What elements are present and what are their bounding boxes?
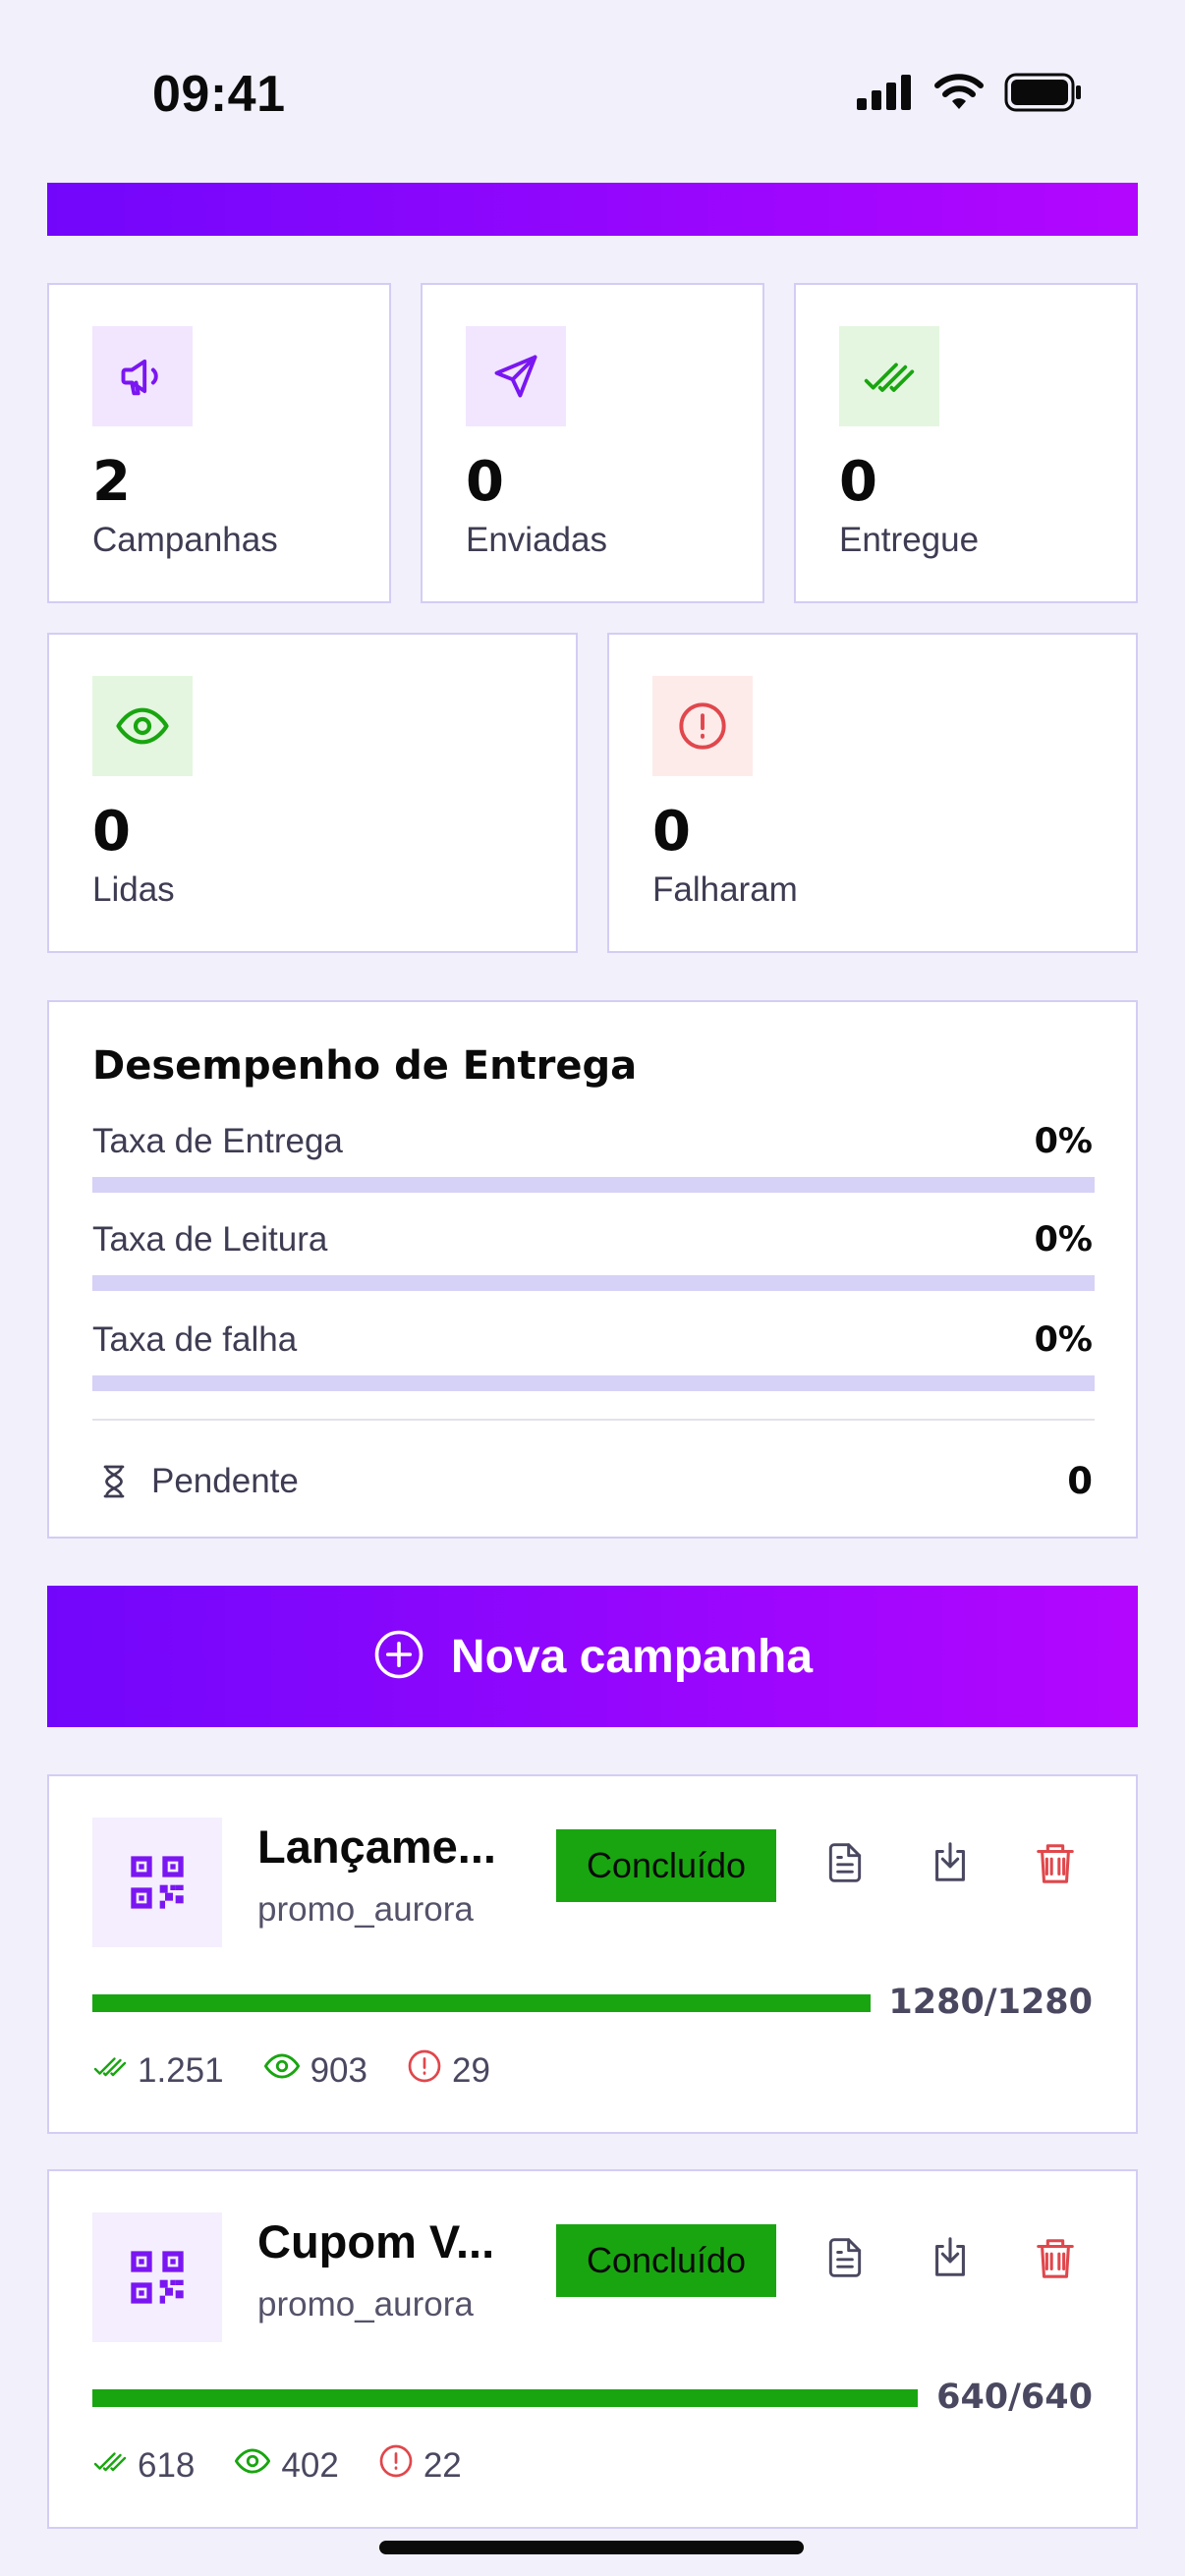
stat-card-delivered: 0 Entregue <box>794 283 1138 603</box>
delivered-count: 1.251 <box>138 2050 224 2090</box>
document-icon <box>823 1839 867 1891</box>
rate-value: 0% <box>1034 1220 1093 1260</box>
campaign-progress-text: 640/640 <box>936 2378 1093 2417</box>
delete-button[interactable] <box>1021 1827 1090 1902</box>
rate-progress-bar <box>92 1275 1095 1291</box>
status-icons <box>857 73 1083 117</box>
campaign-metrics: 1.251 903 29 <box>92 2047 490 2094</box>
read-metric: 402 <box>234 2442 339 2489</box>
stat-label: Falharam <box>652 870 798 909</box>
campaign-card[interactable]: Lançame... promo_aurora Concluído 1280/1… <box>47 1774 1138 2134</box>
send-icon <box>466 326 566 426</box>
status-bar: 09:41 <box>0 0 1185 177</box>
read-count: 402 <box>281 2445 339 2485</box>
eye-icon <box>263 2047 301 2094</box>
report-button[interactable] <box>811 1827 879 1902</box>
eye-icon <box>92 676 193 776</box>
alert-icon <box>652 676 753 776</box>
campaign-progress-bar <box>92 2389 918 2407</box>
performance-title: Desempenho de Entrega <box>92 1043 638 1089</box>
campaign-metrics: 618 402 22 <box>92 2442 462 2489</box>
plus-circle-icon <box>372 1628 425 1686</box>
delivery-performance-card: Desempenho de Entrega Taxa de Entrega 0%… <box>47 1000 1138 1539</box>
stat-card-read: 0 Lidas <box>47 633 578 953</box>
status-time: 09:41 <box>152 66 286 123</box>
hourglass-icon <box>96 1462 132 1506</box>
download-button[interactable] <box>916 1827 985 1902</box>
failed-metric: 29 <box>407 2048 490 2093</box>
stat-value: 0 <box>839 450 877 514</box>
rate-value: 0% <box>1034 1320 1093 1360</box>
rate-progress-bar <box>92 1375 1095 1391</box>
delivered-count: 618 <box>138 2445 196 2485</box>
stat-value: 0 <box>652 800 691 864</box>
trash-icon <box>1033 1837 1078 1893</box>
read-count: 903 <box>310 2050 367 2090</box>
alert-icon <box>378 2443 414 2488</box>
wifi-icon <box>933 74 985 116</box>
stat-card-campaigns: 2 Campanhas <box>47 283 391 603</box>
delivered-metric: 618 <box>92 2443 195 2488</box>
stat-card-sent: 0 Enviadas <box>421 283 764 603</box>
pending-value: 0 <box>1067 1460 1093 1502</box>
document-icon <box>823 2234 867 2286</box>
rate-value: 0% <box>1034 1122 1093 1161</box>
failed-count: 22 <box>423 2445 462 2485</box>
download-icon <box>928 1839 973 1891</box>
qr-code-icon <box>92 2212 222 2342</box>
double-check-icon <box>92 2443 128 2488</box>
stat-card-failed: 0 Falharam <box>607 633 1138 953</box>
rate-label: Taxa de Leitura <box>92 1220 328 1259</box>
campaign-name: Cupom V... <box>257 2215 495 2268</box>
double-check-icon <box>92 2048 128 2093</box>
stat-label: Campanhas <box>92 521 278 559</box>
megaphone-icon <box>92 326 193 426</box>
rate-progress-bar <box>92 1177 1095 1193</box>
stat-label: Enviadas <box>466 521 607 559</box>
campaign-sender: promo_aurora <box>257 2285 474 2324</box>
stat-value: 2 <box>92 450 131 514</box>
campaign-sender: promo_aurora <box>257 1890 474 1929</box>
stat-label: Lidas <box>92 870 175 909</box>
delivered-metric: 1.251 <box>92 2048 224 2093</box>
campaign-progress-text: 1280/1280 <box>888 1983 1093 2022</box>
failed-count: 29 <box>452 2050 490 2090</box>
double-check-icon <box>839 326 939 426</box>
download-button[interactable] <box>916 2222 985 2297</box>
cellular-signal-icon <box>857 75 914 115</box>
report-button[interactable] <box>811 2222 879 2297</box>
stat-value: 0 <box>92 800 131 864</box>
alert-icon <box>407 2048 442 2093</box>
rate-label: Taxa de Entrega <box>92 1122 343 1160</box>
new-campaign-button[interactable]: Nova campanha <box>47 1586 1138 1727</box>
pending-row: Pendente 0 <box>92 1450 1095 1509</box>
battery-icon <box>1004 73 1083 117</box>
new-campaign-label: Nova campanha <box>450 1630 814 1683</box>
divider <box>92 1419 1095 1421</box>
rate-label: Taxa de falha <box>92 1320 298 1359</box>
download-icon <box>928 2234 973 2286</box>
delete-button[interactable] <box>1021 2222 1090 2297</box>
stat-value: 0 <box>466 450 504 514</box>
campaign-progress-bar <box>92 1994 871 2012</box>
campaign-card[interactable]: Cupom V... promo_aurora Concluído 640/64… <box>47 2169 1138 2529</box>
read-metric: 903 <box>263 2047 367 2094</box>
header-banner <box>47 183 1138 236</box>
stat-label: Entregue <box>839 521 980 559</box>
home-indicator[interactable] <box>379 2541 804 2554</box>
eye-icon <box>234 2442 271 2489</box>
status-badge: Concluído <box>556 2224 776 2297</box>
status-badge: Concluído <box>556 1829 776 1902</box>
qr-code-icon <box>92 1818 222 1947</box>
campaign-name: Lançame... <box>257 1820 496 1873</box>
pending-label: Pendente <box>151 1462 299 1500</box>
trash-icon <box>1033 2232 1078 2288</box>
failed-metric: 22 <box>378 2443 462 2488</box>
